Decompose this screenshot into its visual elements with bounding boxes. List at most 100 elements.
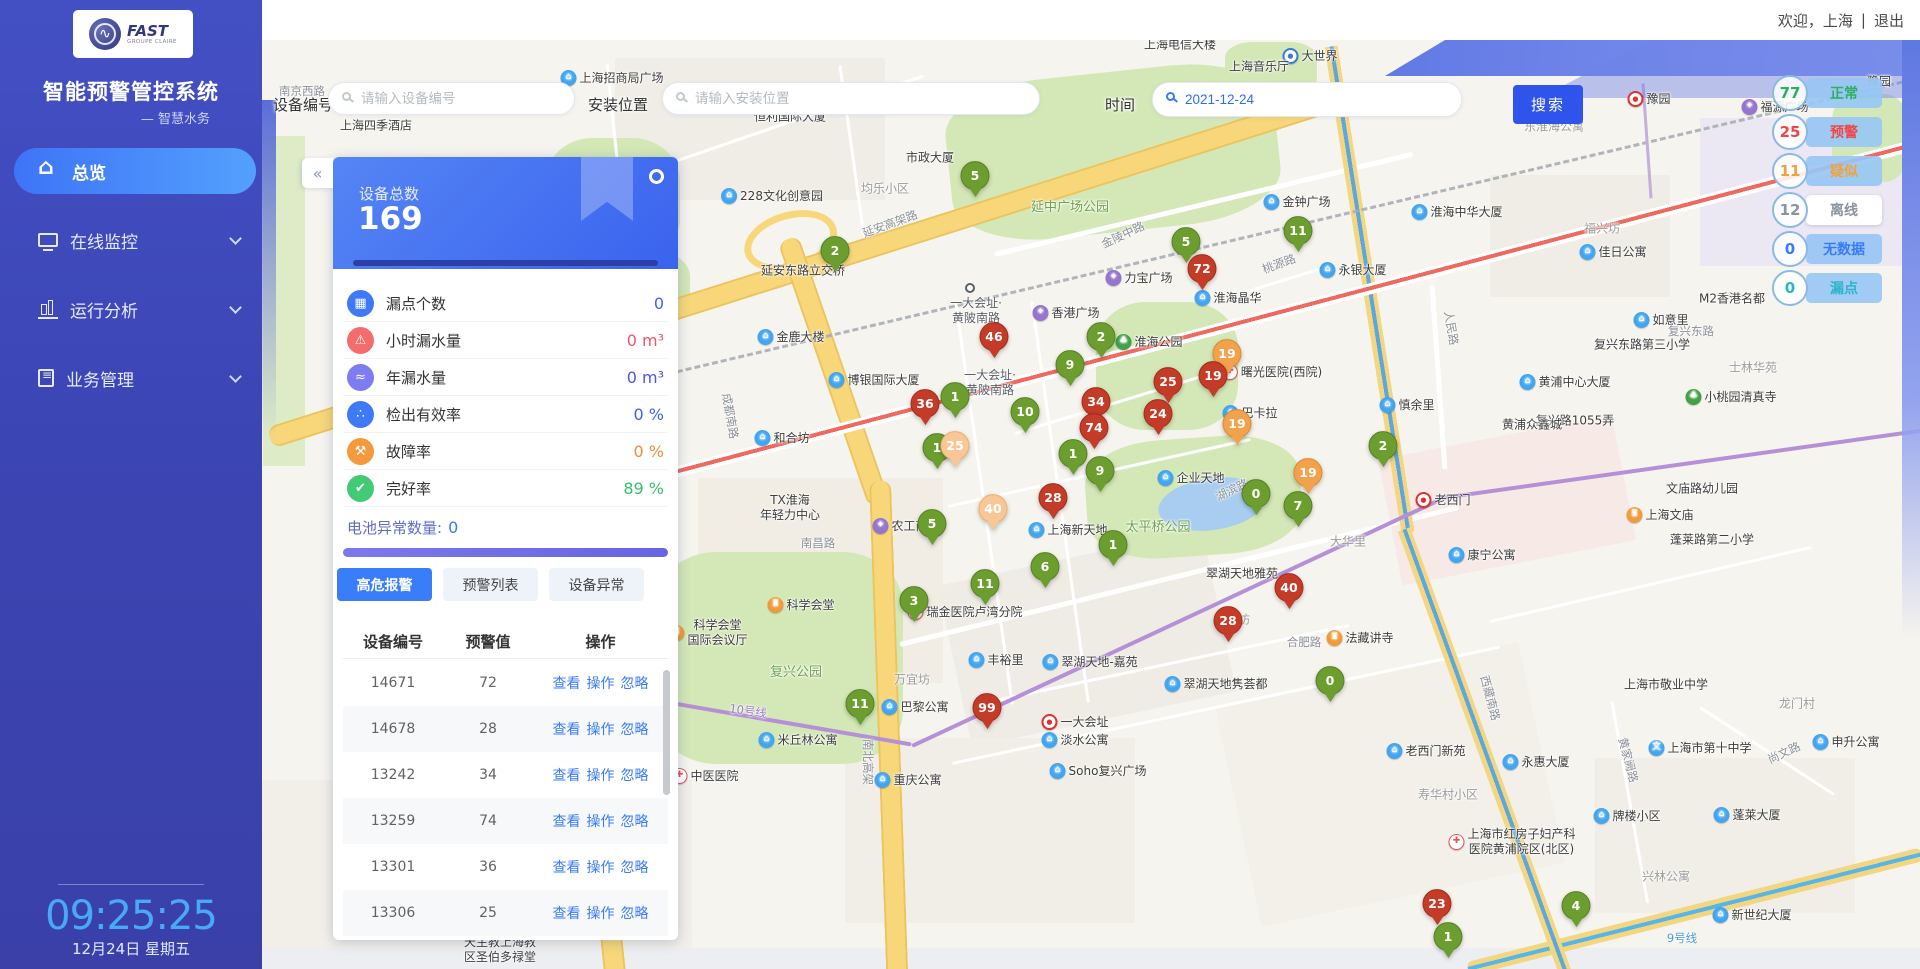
chart-icon	[38, 299, 58, 319]
map-pin[interactable]: 3	[900, 586, 929, 622]
app-title: 智能预警管控系统	[0, 76, 262, 106]
sidebar-menu: 总览在线监控运行分析业务管理	[0, 148, 262, 424]
map-pin[interactable]: 1	[1059, 439, 1088, 475]
map-pin[interactable]: 11	[846, 689, 875, 725]
action-link-查看[interactable]: 查看	[553, 768, 581, 784]
map-label: 翠湖天地雅苑	[1206, 567, 1278, 582]
map-pin[interactable]: 6	[1031, 552, 1060, 588]
device-input[interactable]	[328, 82, 575, 115]
map-pin[interactable]: 28	[1214, 606, 1243, 642]
map-pin[interactable]: 46	[980, 322, 1009, 358]
table-scrollbar[interactable]	[663, 670, 670, 795]
action-link-查看[interactable]: 查看	[553, 906, 581, 922]
collapse-button[interactable]: «	[302, 158, 333, 188]
map-pin[interactable]: 7	[1284, 491, 1313, 527]
map-pin[interactable]: 23	[1423, 889, 1452, 925]
map-pin[interactable]: 28	[1039, 483, 1068, 519]
action-link-查看[interactable]: 查看	[553, 860, 581, 876]
legend-item: 漏点0	[1772, 273, 1902, 303]
map-label: ⌂黄浦中心大厦	[1519, 374, 1610, 390]
pin-count: 2	[1087, 322, 1116, 351]
map-label-text: 丰裕里	[987, 653, 1023, 668]
map-pin[interactable]: 0	[1242, 479, 1271, 515]
map-pin[interactable]: 1	[941, 382, 970, 418]
building-icon: ⌂	[1263, 194, 1279, 210]
sidebar-item-online-monitor[interactable]: 在线监控	[0, 217, 262, 263]
map-pin[interactable]: 9	[1086, 456, 1115, 492]
location-input[interactable]	[662, 82, 1040, 115]
action-link-操作[interactable]: 操作	[587, 768, 615, 784]
map-pin[interactable]: 11	[1284, 216, 1313, 252]
action-link-查看[interactable]: 查看	[553, 676, 581, 692]
action-link-操作[interactable]: 操作	[587, 676, 615, 692]
legend-pill-离线[interactable]: 离线	[1806, 195, 1882, 225]
map-pin[interactable]: 24	[1144, 399, 1173, 435]
map-pin[interactable]: 40	[979, 494, 1008, 530]
action-link-操作[interactable]: 操作	[587, 814, 615, 830]
action-link-查看[interactable]: 查看	[553, 814, 581, 830]
pin-count: 34	[1082, 387, 1111, 416]
map-pin[interactable]: 9	[1056, 350, 1085, 386]
action-link-忽略[interactable]: 忽略	[621, 722, 649, 738]
pin-count: 5	[1172, 227, 1201, 256]
map-pin[interactable]: 2	[1369, 431, 1398, 467]
map-pin[interactable]: 0	[1316, 666, 1345, 702]
sidebar-item-run-analysis[interactable]: 运行分析	[0, 286, 262, 332]
device-total-value: 169	[358, 201, 423, 237]
map-pin[interactable]: 19	[1223, 409, 1252, 445]
map-pin[interactable]: 5	[961, 161, 990, 197]
map-label-text: 博银国际大厦	[847, 373, 919, 388]
device-label: 设备编号	[273, 94, 333, 115]
map-pin[interactable]: 1	[1434, 922, 1463, 958]
table-row: 1467828查看操作忽略	[343, 706, 668, 752]
map-pin[interactable]: 36	[911, 389, 940, 425]
legend-pill-漏点[interactable]: 漏点	[1806, 273, 1882, 303]
map-pin[interactable]: 25	[941, 431, 970, 467]
map-pin[interactable]: 19	[1199, 361, 1228, 397]
map-pin[interactable]: 5	[918, 509, 947, 545]
map-pin[interactable]: 11	[971, 569, 1000, 605]
map-pin[interactable]: 99	[973, 693, 1002, 729]
building-icon: ⌂	[1042, 654, 1058, 670]
map-label: 延中广场公园	[1031, 200, 1109, 216]
time-input[interactable]	[1152, 82, 1462, 117]
map-label: 9号线	[1667, 931, 1697, 945]
stat-label: 小时漏水量	[386, 330, 461, 351]
pin-count: 7	[1284, 491, 1313, 520]
tab-高危报警[interactable]: 高危报警	[337, 568, 432, 601]
map-pin[interactable]: 2	[821, 236, 850, 272]
action-link-操作[interactable]: 操作	[587, 906, 615, 922]
tab-预警列表[interactable]: 预警列表	[443, 568, 538, 601]
location-label: 安装位置	[588, 94, 648, 115]
sidebar-item-overview[interactable]: 总览	[14, 148, 256, 194]
tab-设备异常[interactable]: 设备异常	[549, 568, 644, 601]
map-pin[interactable]: 10	[1011, 397, 1040, 433]
column-header: 预警值	[443, 631, 533, 652]
legend-pill-疑似[interactable]: 疑似	[1806, 156, 1882, 186]
action-link-忽略[interactable]: 忽略	[621, 768, 649, 784]
pin-tail	[1570, 918, 1582, 927]
map-pin[interactable]: 1	[1099, 530, 1128, 566]
map-pin[interactable]: 25	[1154, 367, 1183, 403]
action-link-忽略[interactable]: 忽略	[621, 676, 649, 692]
action-link-操作[interactable]: 操作	[587, 860, 615, 876]
map-pin[interactable]: 40	[1275, 573, 1304, 609]
legend-pill-无数据[interactable]: 无数据	[1806, 234, 1882, 264]
action-link-忽略[interactable]: 忽略	[621, 906, 649, 922]
map-pin[interactable]: 19	[1294, 458, 1323, 494]
pin-count: 4	[1562, 891, 1591, 920]
map-pin[interactable]: 72	[1188, 254, 1217, 290]
action-link-忽略[interactable]: 忽略	[621, 860, 649, 876]
pin-tail	[1107, 557, 1119, 566]
action-link-查看[interactable]: 查看	[553, 722, 581, 738]
sidebar-item-business-mgmt[interactable]: 业务管理	[0, 355, 262, 401]
map-pin[interactable]: 2	[1087, 322, 1116, 358]
search-button[interactable]: 搜索	[1513, 85, 1583, 124]
map-label: ♜上海文庙	[1626, 507, 1693, 523]
map-pin[interactable]: 4	[1562, 891, 1591, 927]
pin-count: 24	[1144, 399, 1173, 428]
legend-item: 疑似11	[1772, 156, 1902, 186]
logout-link[interactable]: 退出	[1874, 10, 1904, 31]
action-link-忽略[interactable]: 忽略	[621, 814, 649, 830]
action-link-操作[interactable]: 操作	[587, 722, 615, 738]
